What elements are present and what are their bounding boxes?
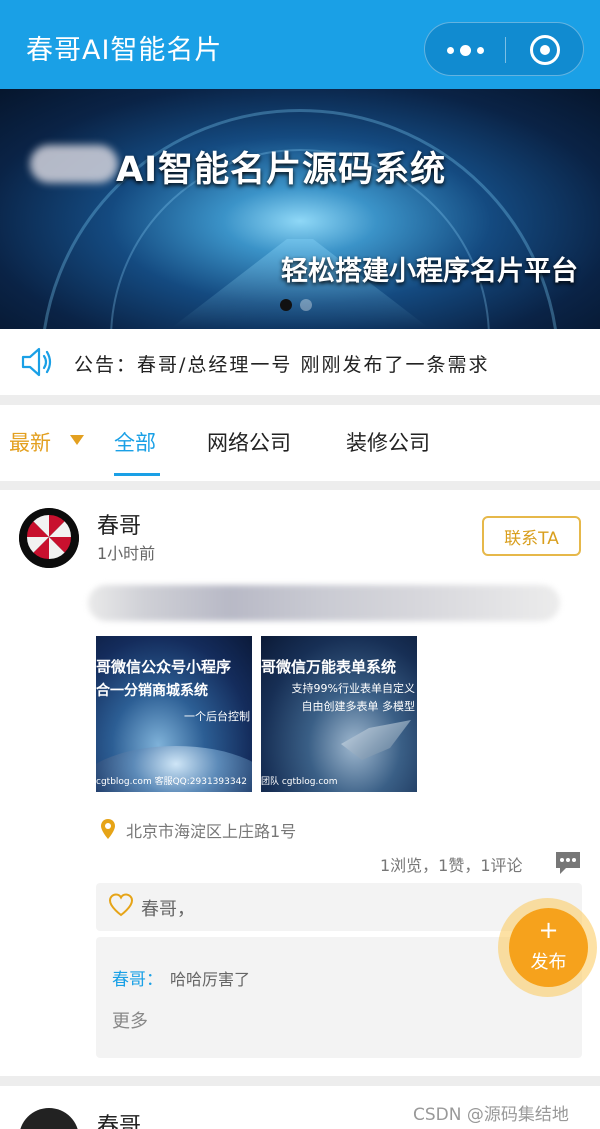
tab-all[interactable]: 全部 (114, 427, 156, 457)
image-text: 团队 cgtblog.com (261, 777, 338, 787)
active-tab-indicator (114, 473, 160, 476)
carousel-dot[interactable] (300, 299, 312, 311)
likes-text: 春哥， (141, 899, 195, 920)
image-text: 一个后台控制 (184, 710, 250, 723)
announcement-text: 公告：春哥/总经理一号 刚刚发布了一条需求 (74, 354, 490, 376)
image-text: cgtblog.com 客服QQ:2931393342 (96, 777, 248, 787)
carousel-dot-active[interactable] (280, 299, 292, 311)
carousel-indicator (280, 299, 312, 311)
image-text: 哥微信公众号小程序 (96, 658, 232, 676)
close-miniprogram-icon[interactable] (530, 35, 560, 65)
sort-dropdown[interactable]: 最新 (9, 427, 51, 457)
post-location[interactable]: 北京市海淀区上庄路1号 (126, 818, 296, 842)
author-name[interactable]: 春哥 (97, 1108, 141, 1129)
plus-icon: + (538, 916, 559, 944)
contact-button[interactable]: 联系TA (482, 516, 581, 556)
banner-carousel[interactable]: AI智能名片源码系统 轻松搭建小程序名片平台 (0, 89, 600, 329)
title-bar: 春哥AI智能名片 (0, 0, 600, 89)
post-stats: 1浏览，1赞，1评论 (380, 856, 523, 875)
watermark: CSDN @源码集结地 (413, 1105, 569, 1125)
banner-subtitle: 轻松搭建小程序名片平台 (281, 256, 578, 287)
location-pin-icon (101, 819, 115, 839)
author-name[interactable]: 春哥 (97, 508, 141, 540)
blurred-post-text (88, 585, 560, 621)
comment-author[interactable]: 春哥： (112, 965, 163, 990)
miniprogram-capsule (424, 22, 584, 76)
comment-icon[interactable] (554, 850, 582, 876)
announcement-bar[interactable]: 公告：春哥/总经理一号 刚刚发布了一条需求 (0, 329, 600, 395)
avatar[interactable] (19, 508, 79, 568)
post-image[interactable]: 哥微信万能表单系统 支持99%行业表单自定义 自由创建多表单 多模型 团队 cg… (261, 636, 417, 792)
image-text: 支持99%行业表单自定义 (291, 682, 415, 695)
umbrella-logo-icon (19, 508, 79, 568)
category-tabs: 最新 全部 网络公司 装修公司 (0, 405, 600, 481)
capsule-divider (505, 37, 506, 63)
heart-icon[interactable] (108, 893, 134, 917)
image-text: 自由创建多表单 多模型 (301, 700, 416, 713)
avatar[interactable] (19, 1108, 79, 1129)
dropdown-arrow-icon[interactable] (70, 435, 84, 445)
app-title: 春哥AI智能名片 (26, 35, 223, 66)
more-comments-link[interactable]: 更多 (112, 1007, 148, 1033)
banner-blurred-text (30, 145, 118, 183)
tab-network-company[interactable]: 网络公司 (207, 427, 291, 457)
post-image[interactable]: 哥微信公众号小程序 合一分销商城系统 一个后台控制 cgtblog.com 客服… (96, 636, 252, 792)
publish-label: 发布 (530, 952, 567, 973)
image-text: 合一分销商城系统 (96, 683, 208, 699)
banner-headline: AI智能名片源码系统 (116, 150, 447, 190)
image-decoration (341, 720, 411, 760)
comment-text: 哈哈厉害了 (170, 970, 251, 989)
more-options-icon[interactable] (425, 23, 505, 77)
image-text: 哥微信万能表单系统 (261, 658, 397, 676)
publish-button[interactable]: + 发布 (509, 908, 588, 987)
tab-decoration-company[interactable]: 装修公司 (346, 427, 430, 457)
speaker-icon (21, 347, 52, 377)
post-time: 1小时前 (97, 544, 156, 563)
post-card: 春哥 1小时前 联系TA 哥微信公众号小程序 合一分销商城系统 一个后台控制 c… (0, 490, 600, 1076)
